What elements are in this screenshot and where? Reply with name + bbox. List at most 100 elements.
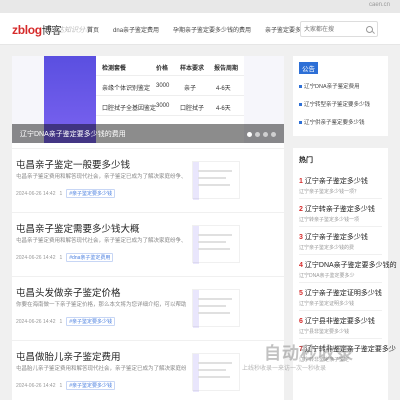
hot-rank: 1	[299, 178, 303, 185]
article-item[interactable]: 屯昌头发做亲子鉴定价格 你要在海南做一下亲子鉴定价格，那么本文将为您详细介绍，可…	[12, 276, 284, 342]
article-desc: 屯昌亲子鉴定费用和解答现代社会，亲子鉴定已成为了解决家庭纷争、证明亲子...	[16, 238, 186, 244]
hot-rank: 5	[299, 290, 303, 297]
hot-item[interactable]: 6 辽宁县非鉴定要多少钱 辽宁县非鉴定要多少钱	[299, 316, 375, 335]
table-cell: 4-6天	[216, 86, 231, 92]
notice-item[interactable]: 辽宁DNA亲子鉴定费用	[299, 82, 360, 90]
table-cell: 口腔拭子全基因鉴定	[102, 106, 157, 112]
notice-heading: 公告	[299, 62, 318, 74]
search-icon[interactable]	[366, 26, 373, 33]
notice-text: 辽宁DNA亲子鉴定费用	[304, 84, 360, 90]
watermark-sub: 上线秒收录一来访一次一秒收录	[242, 366, 327, 372]
table-row: 口腔拭子全基因鉴定 3000 口腔拭子 4-6天	[96, 96, 244, 116]
table-cell: 3000	[156, 83, 170, 89]
site-url-text: caen.cn	[368, 2, 390, 8]
article-tag[interactable]: #亲子鉴定要多少钱	[66, 189, 116, 198]
article-meta: 2024-06-26 14:42 1 #dna亲子鉴定费用	[16, 253, 114, 262]
hot-rank: 6	[299, 318, 303, 325]
thumb-line	[198, 170, 232, 172]
article-title[interactable]: 屯昌做胎儿亲子鉴定费用	[16, 349, 121, 363]
thumb-accent	[193, 162, 199, 200]
hot-title: 辽宁亲子鉴定多少钱	[304, 178, 368, 185]
search-input[interactable]	[304, 24, 364, 35]
article-thumbnail[interactable]	[192, 225, 240, 264]
article-title[interactable]: 屯昌亲子鉴定需要多少钱大概	[16, 221, 140, 235]
hot-item[interactable]: 1 辽宁亲子鉴定多少钱辽宁亲子鉴定多少钱一项？	[299, 176, 368, 195]
banner-caption[interactable]: 辽宁DNA亲子鉴定要多少钱的费用	[20, 129, 126, 139]
article-desc: 屯昌胎儿亲子鉴定费用和解答现代社会，亲子鉴定已成为了解决家庭纷争的...	[16, 366, 186, 372]
thumb-accent	[193, 226, 199, 264]
hot-title: 辽宁县非鉴定要多少钱	[304, 318, 375, 325]
logo-main: zblog	[12, 23, 42, 37]
divider	[299, 310, 382, 311]
article-meta: 2024-06-26 14:42 1 #亲子鉴定要多少钱	[16, 317, 116, 326]
browser-top-strip: caen.cn	[0, 0, 400, 13]
hot-sub: 辽宁亲子鉴定多少钱的费	[299, 245, 355, 251]
hot-item[interactable]: 5 辽宁亲子鉴定证明多少钱 辽宁亲子鉴定证明多少钱	[299, 288, 382, 307]
carousel-dot[interactable]	[263, 132, 268, 137]
divider	[299, 226, 382, 227]
article-title[interactable]: 屯昌头发做亲子鉴定价格	[16, 285, 121, 299]
thumb-line	[198, 177, 226, 179]
carousel-dot[interactable]	[255, 132, 260, 137]
notice-text: 辽宁供亲子鉴定要多少钱	[304, 120, 365, 126]
watermark-title: 自动秒收录	[264, 344, 354, 363]
hot-rank: 2	[299, 206, 303, 213]
thumb-accent	[193, 290, 199, 328]
table-row: 亲缘个体识别鉴定 3000 亲子 4-6天	[96, 76, 244, 96]
hot-sub: 辽宁县非鉴定要多少钱	[299, 329, 350, 335]
thumb-line	[198, 305, 226, 307]
table-header: 价格	[156, 66, 169, 72]
table-header-row: 检测套餐 价格 样本要求 报告周期	[96, 56, 244, 76]
article-date: 2024-06-26 14:42	[16, 382, 56, 389]
bullet-icon	[299, 121, 302, 125]
notice-item[interactable]: 辽宁转型亲子鉴定要多少钱	[299, 100, 370, 108]
article-tag[interactable]: #亲子鉴定要多少钱	[66, 317, 116, 326]
carousel-dot[interactable]	[247, 132, 252, 137]
table-cell: 4-6天	[216, 106, 231, 112]
hot-item[interactable]: 4 辽宁DNA亲子鉴定要多少钱的 辽宁DNA亲子鉴定要多少	[299, 260, 397, 279]
article-meta: 2024-06-26 14:42 1 #亲子鉴定要多少钱	[16, 189, 116, 198]
thumb-line	[198, 248, 230, 250]
carousel-dot[interactable]	[271, 132, 276, 137]
hot-rank: 3	[299, 234, 303, 241]
article-views: 1	[59, 254, 63, 261]
article-desc: 屯昌亲子鉴定费用和解答现代社会，亲子鉴定已成为了解决家庭纷争、亲子关系...	[16, 174, 186, 180]
hot-title: 辽宁DNA亲子鉴定要多少钱的	[304, 262, 397, 269]
hot-sub: 辽宁DNA亲子鉴定要多少	[299, 273, 355, 279]
article-item[interactable]: 屯昌亲子鉴定需要多少钱大概 屯昌亲子鉴定费用和解答现代社会，亲子鉴定已成为了解决…	[12, 212, 284, 278]
thumb-line	[198, 376, 230, 378]
main-nav: 首页 dna亲子鉴定费用 孕期亲子鉴定要多少钱的费用 亲子鉴定要多少钱	[87, 25, 313, 34]
article-views: 1	[59, 190, 63, 197]
article-thumbnail[interactable]	[192, 161, 240, 200]
notice-item[interactable]: 辽宁供亲子鉴定要多少钱	[299, 118, 365, 126]
nav-item-pregnancy-fee[interactable]: 孕期亲子鉴定要多少钱的费用	[173, 25, 251, 34]
thumb-line	[198, 312, 230, 314]
hot-heading: 热门	[299, 157, 313, 164]
article-item[interactable]: 屯昌亲子鉴定一般要多少钱 屯昌亲子鉴定费用和解答现代社会，亲子鉴定已成为了解决家…	[12, 148, 284, 214]
thumb-line	[198, 234, 232, 236]
banner-caption-bar: 辽宁DNA亲子鉴定要多少钱的费用	[12, 124, 284, 143]
hot-title: 辽宁亲子鉴定多少钱	[304, 234, 368, 241]
table-cell: 口腔拭子	[180, 106, 205, 112]
thumb-accent	[193, 354, 199, 392]
hot-item[interactable]: 2 辽宁转亲子鉴定多少钱 辽宁转亲子鉴定多少钱一项	[299, 204, 375, 223]
hot-sub: 辽宁亲子鉴定多少钱一项？	[299, 189, 360, 195]
carousel-banner[interactable]: 检测套餐 价格 样本要求 报告周期 亲缘个体识别鉴定 3000 亲子 4-6天 …	[12, 56, 284, 143]
article-tag[interactable]: #dna亲子鉴定费用	[66, 253, 114, 262]
article-thumbnail[interactable]	[192, 289, 240, 328]
table-header: 样本要求	[180, 66, 205, 72]
divider	[299, 282, 382, 283]
divider	[299, 198, 382, 199]
article-tag[interactable]: #亲子鉴定要多少钱	[66, 381, 116, 390]
thumb-line	[198, 298, 232, 300]
bullet-icon	[299, 103, 302, 107]
table-header: 检测套餐	[102, 66, 127, 72]
bullet-icon	[299, 85, 302, 89]
nav-item-dna-fee[interactable]: dna亲子鉴定费用	[113, 25, 159, 34]
article-title[interactable]: 屯昌亲子鉴定一般要多少钱	[16, 157, 130, 171]
table-cell: 3000	[156, 103, 170, 109]
nav-item-home[interactable]: 首页	[87, 25, 99, 34]
table-header: 报告周期	[214, 66, 239, 72]
article-date: 2024-06-26 14:42	[16, 190, 56, 197]
hot-item[interactable]: 3 辽宁亲子鉴定多少钱辽宁亲子鉴定多少钱的费	[299, 232, 368, 251]
